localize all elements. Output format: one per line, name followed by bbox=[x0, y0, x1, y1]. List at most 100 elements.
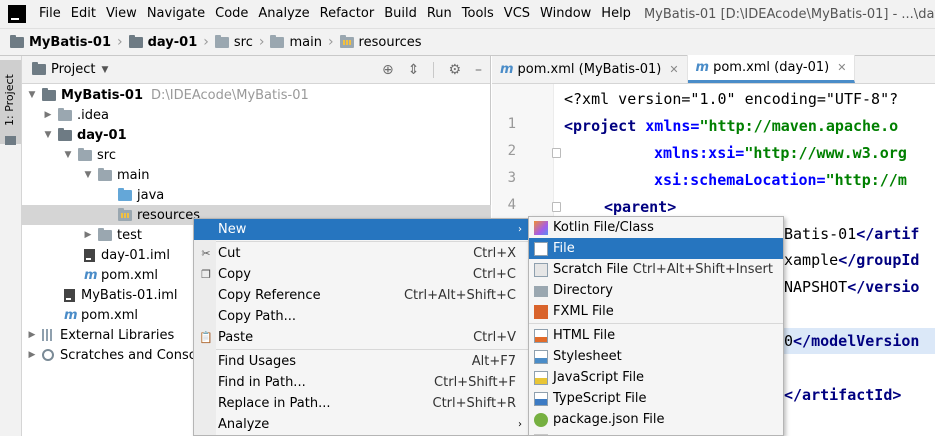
left-tool-strip: 1: Project bbox=[0, 56, 22, 436]
menu-item-find-usages[interactable]: Find Usages Alt+F7 bbox=[194, 351, 528, 372]
submenu-item-typescript[interactable]: TypeScript File bbox=[529, 388, 783, 409]
submenu-item-html[interactable]: HTML File bbox=[529, 325, 783, 346]
collapsed-arrow-icon[interactable]: ▶ bbox=[26, 350, 38, 360]
line-number: 1 bbox=[507, 116, 516, 132]
folder-icon bbox=[214, 34, 229, 48]
expanded-arrow-icon[interactable]: ▼ bbox=[62, 150, 74, 160]
tree-node-src[interactable]: ▼ src bbox=[22, 145, 491, 165]
menu-analyze[interactable]: Analyze bbox=[253, 0, 314, 28]
menu-item-new[interactable]: New › bbox=[194, 219, 528, 240]
project-panel-header: Project ▼ ⊕ ⇕ ⚙ – bbox=[22, 56, 490, 84]
collapsed-arrow-icon[interactable]: ▶ bbox=[82, 230, 94, 240]
code-line-4: xsi:schemaLocation="http://m bbox=[654, 171, 907, 189]
code-line-3: xmlns:xsi="http://www.w3.org bbox=[654, 144, 907, 162]
breadcrumb-src[interactable]: src › bbox=[214, 34, 271, 50]
breadcrumb-project[interactable]: MyBatis-01 › bbox=[10, 34, 129, 50]
menu-vcs[interactable]: VCS bbox=[499, 0, 535, 28]
menu-item-copy-path[interactable]: Copy Path... bbox=[194, 306, 528, 327]
window-title: MyBatis-01 [D:\IDEAcode\MyBatis-01] - ..… bbox=[643, 6, 935, 22]
menu-view[interactable]: View bbox=[101, 0, 142, 28]
folder-icon bbox=[98, 227, 112, 241]
chevron-down-icon: ▼ bbox=[101, 64, 109, 75]
submenu-item-file[interactable]: File bbox=[529, 238, 783, 259]
breadcrumb-resources[interactable]: resources bbox=[339, 34, 422, 50]
html-file-icon bbox=[534, 328, 548, 343]
menu-window[interactable]: Window bbox=[535, 0, 596, 28]
maven-file-icon: m bbox=[500, 61, 514, 77]
iml-file-icon bbox=[84, 248, 95, 262]
tab-pom-mybatis[interactable]: m pom.xml (MyBatis-01) ✕ bbox=[492, 55, 688, 83]
maven-file-icon: m bbox=[84, 267, 98, 283]
menu-run[interactable]: Run bbox=[422, 0, 457, 28]
source-folder-icon bbox=[118, 187, 132, 201]
expanded-arrow-icon[interactable]: ▼ bbox=[82, 170, 94, 180]
package-json-icon bbox=[534, 412, 548, 427]
module-folder-icon bbox=[58, 127, 72, 141]
menu-help[interactable]: Help bbox=[596, 0, 636, 28]
library-icon bbox=[42, 329, 54, 341]
module-folder-icon bbox=[42, 87, 56, 101]
menu-edit[interactable]: Edit bbox=[66, 0, 101, 28]
resources-folder-icon bbox=[339, 34, 354, 48]
tree-node-idea[interactable]: ▶ .idea bbox=[22, 105, 491, 125]
code-line-6: Batis-01</artif bbox=[784, 225, 920, 243]
submenu-item-scratch-file[interactable]: Scratch File Ctrl+Alt+Shift+Insert bbox=[529, 259, 783, 280]
menu-item-analyze[interactable]: Analyze › bbox=[194, 414, 528, 435]
code-line-1: <?xml version="1.0" encoding="UTF-8"? bbox=[564, 90, 899, 108]
tree-node-java[interactable]: java bbox=[22, 185, 491, 205]
gear-icon[interactable]: ⚙ bbox=[448, 62, 461, 78]
menu-refactor[interactable]: Refactor bbox=[315, 0, 380, 28]
menu-item-copy-reference[interactable]: Copy Reference Ctrl+Alt+Shift+C bbox=[194, 285, 528, 306]
minimize-icon[interactable]: – bbox=[475, 62, 482, 78]
locate-icon[interactable]: ⊕ bbox=[382, 62, 394, 78]
breadcrumb-main[interactable]: main › bbox=[270, 34, 339, 50]
folder-icon bbox=[32, 62, 46, 75]
context-menu: New › ✂ Cut Ctrl+X ❐ Copy Ctrl+C Copy Re… bbox=[193, 218, 529, 436]
collapsed-arrow-icon[interactable]: ▶ bbox=[26, 330, 38, 340]
menu-code[interactable]: Code bbox=[210, 0, 253, 28]
new-submenu: Kotlin File/Class File Scratch File Ctrl… bbox=[528, 216, 784, 436]
divider bbox=[433, 62, 435, 78]
project-view-selector[interactable]: Project ▼ bbox=[32, 62, 108, 77]
submenu-item-directory[interactable]: Directory bbox=[529, 280, 783, 301]
collapsed-arrow-icon[interactable]: ▶ bbox=[42, 110, 54, 120]
tree-node-main[interactable]: ▼ main bbox=[22, 165, 491, 185]
menu-tools[interactable]: Tools bbox=[457, 0, 499, 28]
css-file-icon bbox=[534, 349, 548, 364]
scratch-file-icon bbox=[534, 262, 548, 277]
menu-navigate[interactable]: Navigate bbox=[142, 0, 210, 28]
expanded-arrow-icon[interactable]: ▼ bbox=[42, 130, 54, 140]
menu-file[interactable]: File bbox=[34, 0, 66, 28]
submenu-item-kotlin[interactable]: Kotlin File/Class bbox=[529, 217, 783, 238]
tree-node-root[interactable]: ▼ MyBatis-01 D:\IDEAcode\MyBatis-01 bbox=[22, 85, 491, 105]
collapse-all-icon[interactable]: ⇕ bbox=[408, 62, 420, 78]
close-icon[interactable]: ✕ bbox=[669, 63, 678, 76]
folder-icon bbox=[270, 34, 285, 48]
submenu-item-stylesheet[interactable]: Stylesheet bbox=[529, 346, 783, 367]
menu-separator bbox=[216, 241, 528, 242]
fxml-file-icon bbox=[534, 304, 548, 319]
close-icon[interactable]: ✕ bbox=[837, 61, 846, 74]
menu-item-cut[interactable]: ✂ Cut Ctrl+X bbox=[194, 243, 528, 264]
line-number: 3 bbox=[507, 170, 516, 186]
menu-build[interactable]: Build bbox=[379, 0, 422, 28]
resources-folder-icon bbox=[118, 207, 132, 221]
breadcrumb-module[interactable]: day-01 › bbox=[128, 34, 215, 50]
folder-icon bbox=[10, 34, 24, 48]
folder-icon bbox=[98, 167, 112, 181]
paste-icon: 📋 bbox=[199, 331, 213, 344]
expanded-arrow-icon[interactable]: ▼ bbox=[26, 90, 38, 100]
tab-pom-day01[interactable]: m pom.xml (day-01) ✕ bbox=[687, 55, 856, 83]
submenu-item-javascript[interactable]: JavaScript File bbox=[529, 367, 783, 388]
menu-item-replace-in-path[interactable]: Replace in Path... Ctrl+Shift+R bbox=[194, 393, 528, 414]
menu-item-find-in-path[interactable]: Find in Path... Ctrl+Shift+F bbox=[194, 372, 528, 393]
folder-icon bbox=[534, 286, 548, 297]
project-tool-button[interactable]: 1: Project bbox=[0, 60, 21, 145]
tree-node-day01[interactable]: ▼ day-01 bbox=[22, 125, 491, 145]
menu-item-paste[interactable]: 📋 Paste Ctrl+V bbox=[194, 327, 528, 348]
typescript-file-icon bbox=[534, 391, 548, 406]
submenu-item-package-json[interactable]: package.json File bbox=[529, 409, 783, 430]
submenu-item-partial[interactable] bbox=[529, 430, 783, 435]
menu-item-copy[interactable]: ❐ Copy Ctrl+C bbox=[194, 264, 528, 285]
submenu-item-fxml[interactable]: FXML File bbox=[529, 301, 783, 322]
